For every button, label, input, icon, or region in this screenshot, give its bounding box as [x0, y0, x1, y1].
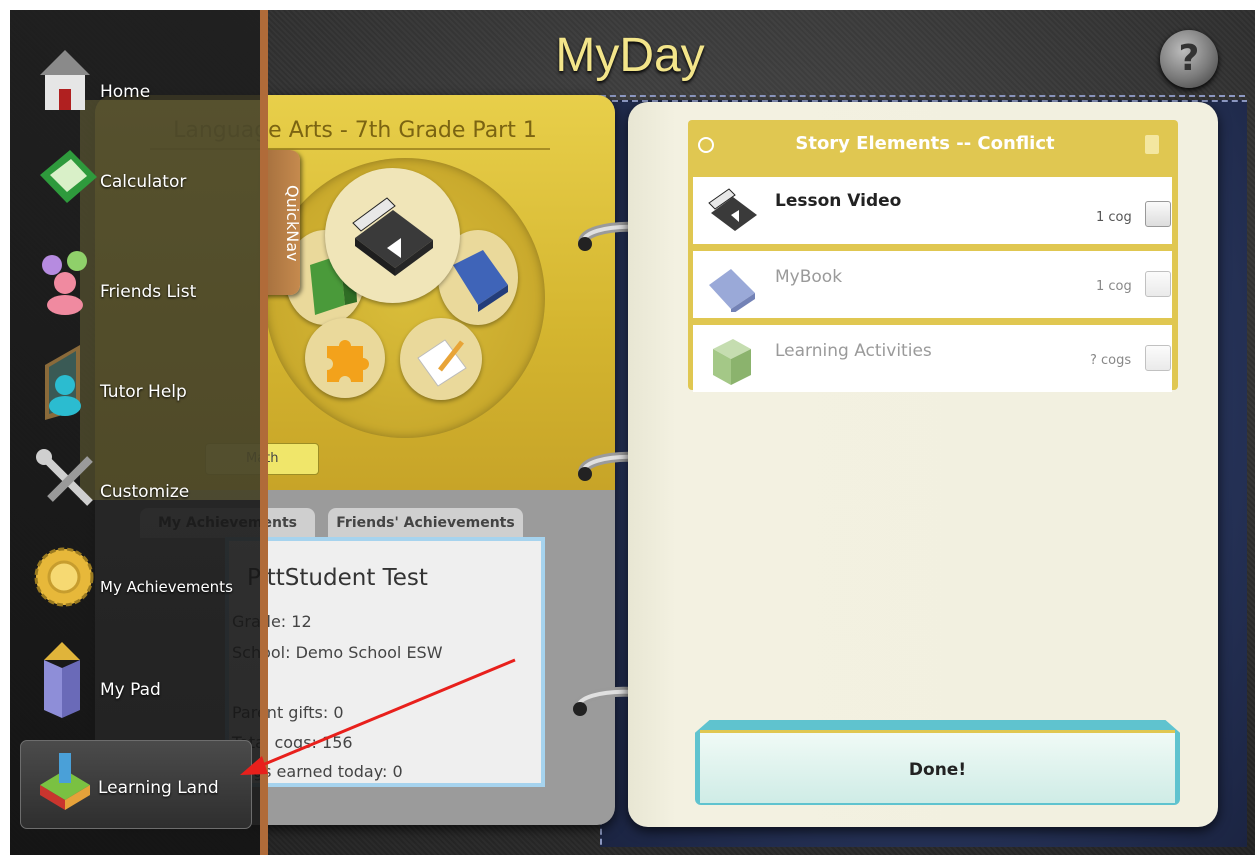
task-label: Lesson Video — [775, 191, 902, 211]
learning-land-icon — [40, 753, 90, 810]
task-row-lesson-video[interactable]: Lesson Video 1 cog — [693, 177, 1172, 244]
task-checkbox[interactable] — [1145, 271, 1171, 297]
menu-item-home[interactable]: Home — [10, 45, 260, 135]
menu-label: Calculator — [100, 172, 187, 192]
calculator-icon — [40, 150, 97, 203]
gear-medal-icon — [34, 547, 94, 607]
task-label: Learning Activities — [775, 341, 932, 361]
menu-item-my-achievements[interactable]: My Achievements — [10, 545, 260, 635]
target-icon — [698, 137, 714, 153]
menu-item-calculator[interactable]: Calculator — [10, 145, 260, 235]
task-checkbox[interactable] — [1145, 345, 1171, 371]
activity-slot-notes[interactable] — [400, 318, 482, 400]
menu-label: Customize — [100, 482, 190, 502]
task-cost: 1 cog — [1096, 210, 1132, 225]
help-button[interactable]: ? — [1160, 30, 1218, 88]
activity-slot-video[interactable] — [325, 168, 460, 303]
house-icon — [40, 50, 90, 110]
puzzle-icon — [327, 340, 369, 382]
menu-label: Tutor Help — [100, 382, 187, 402]
task-label: MyBook — [775, 267, 843, 287]
quicknav-label: QuickNav — [283, 184, 302, 262]
menu-item-learning-land[interactable]: Learning Land — [10, 745, 260, 835]
menu-item-tutor-help[interactable]: Tutor Help — [10, 345, 260, 435]
tower-icon — [44, 642, 80, 718]
book-icon — [709, 269, 755, 312]
menu-label: My Pad — [100, 680, 161, 700]
task-list-title: Story Elements -- Conflict — [795, 133, 1055, 154]
clapperboard-icon — [708, 188, 757, 231]
done-button-label: Done! — [908, 760, 967, 780]
menu-label: Friends List — [100, 282, 197, 302]
friends-icon — [42, 251, 87, 315]
question-cube-icon — [713, 339, 751, 385]
menu-item-customize[interactable]: Customize — [10, 445, 260, 535]
tab-friends-achievements[interactable]: Friends' Achievements — [328, 508, 523, 538]
list-icon[interactable] — [1145, 135, 1159, 154]
notepad-pencil-icon — [417, 339, 467, 387]
binder-stitching — [560, 95, 1245, 97]
clapperboard-icon — [352, 197, 433, 276]
menu-label: My Achievements — [100, 578, 233, 596]
menu-label: Home — [100, 82, 151, 102]
menu-item-my-pad[interactable]: My Pad — [10, 642, 260, 735]
task-cost: ? cogs — [1090, 353, 1132, 368]
activity-slot-puzzle[interactable] — [305, 318, 385, 398]
menu-label: Learning Land — [98, 778, 219, 798]
task-row-mybook[interactable]: MyBook 1 cog — [693, 251, 1172, 318]
menu-item-friends-list[interactable]: Friends List — [10, 245, 260, 335]
task-checkbox[interactable] — [1145, 201, 1171, 227]
wrench-icon — [36, 449, 93, 506]
profile-name: PittStudent Test — [247, 565, 428, 591]
task-cost: 1 cog — [1096, 279, 1132, 294]
tutor-icon — [45, 345, 81, 420]
app-title: MyDay — [555, 29, 705, 82]
task-row-learning-activities[interactable]: Learning Activities ? cogs — [693, 325, 1172, 392]
